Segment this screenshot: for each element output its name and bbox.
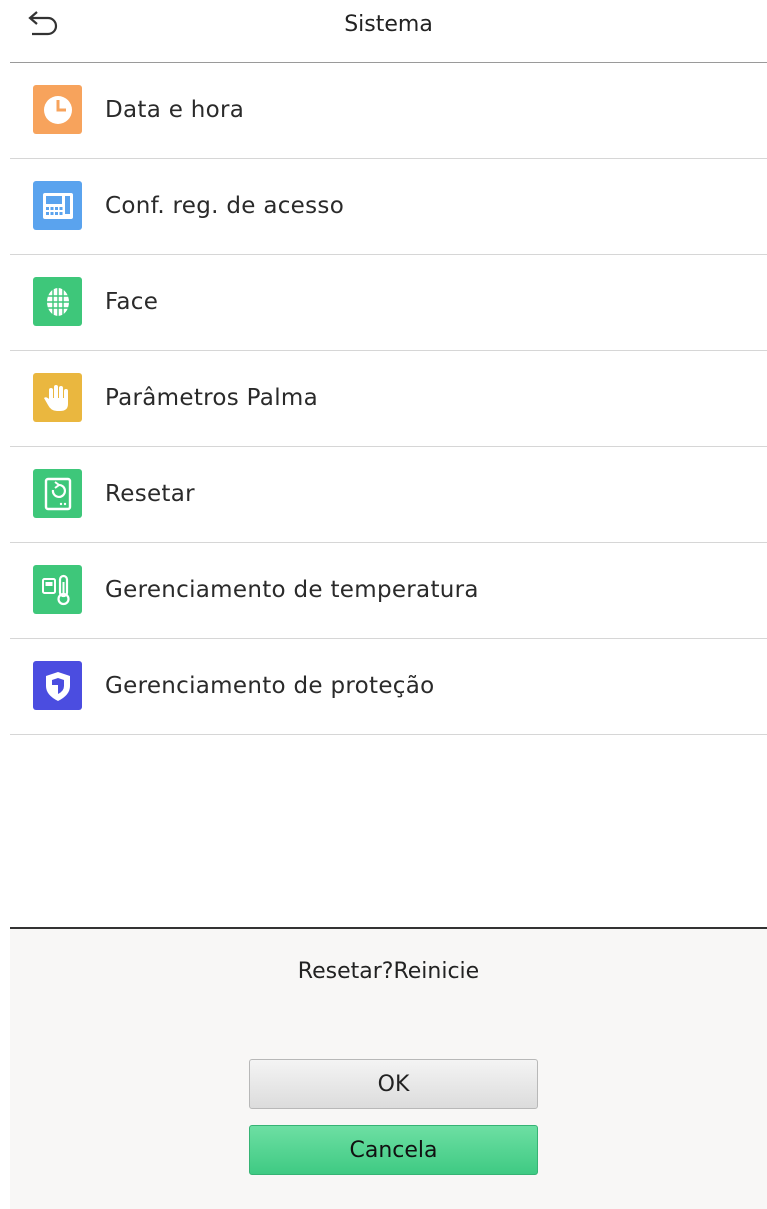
menu-item-face[interactable]: Face [10, 255, 767, 351]
menu-item-label: Gerenciamento de temperatura [105, 577, 479, 603]
page-title: Sistema [344, 12, 433, 37]
menu-item-protection[interactable]: Gerenciamento de proteção [10, 639, 767, 735]
header-bar: Sistema [10, 0, 767, 63]
menu-item-access-config[interactable]: Conf. reg. de acesso [10, 159, 767, 255]
menu-item-temperature[interactable]: Gerenciamento de temperatura [10, 543, 767, 639]
menu-item-label: Parâmetros Palma [105, 385, 318, 411]
menu-item-reset[interactable]: Resetar [10, 447, 767, 543]
shield-icon [33, 661, 82, 710]
menu-item-date-time[interactable]: Data e hora [10, 63, 767, 159]
menu-item-label: Conf. reg. de acesso [105, 193, 345, 219]
menu-item-label: Gerenciamento de proteção [105, 673, 435, 699]
dialog-message: Resetar?Reinicie [297, 959, 480, 984]
menu-item-label: Data e hora [105, 97, 245, 123]
menu-item-label: Resetar [105, 481, 195, 507]
cancel-button[interactable]: Cancela [249, 1125, 538, 1175]
thermometer-icon [33, 565, 82, 614]
reset-device-icon [33, 469, 82, 518]
menu-item-palm[interactable]: Parâmetros Palma [10, 351, 767, 447]
reset-confirm-dialog: Resetar?Reinicie OK Cancela [10, 927, 767, 1209]
system-menu-list: Data e hora Conf. reg. de acesso Face Pa… [10, 63, 767, 735]
menu-item-label: Face [105, 289, 159, 315]
palm-icon [33, 373, 82, 422]
access-terminal-icon [33, 181, 82, 230]
face-scan-icon [33, 277, 82, 326]
clock-icon [33, 85, 82, 134]
ok-button[interactable]: OK [249, 1059, 538, 1109]
